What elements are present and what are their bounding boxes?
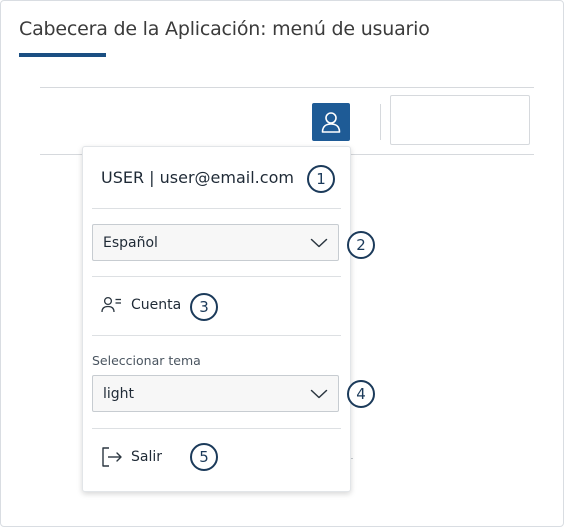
callout-badge-2: 2 [347, 231, 375, 259]
header-separator [380, 104, 381, 140]
user-icon [321, 112, 341, 133]
logout-label: Salir [131, 449, 163, 465]
theme-select-label: Seleccionar tema [92, 353, 201, 368]
menu-divider [92, 335, 341, 336]
account-menu-item[interactable]: Cuenta [101, 296, 181, 314]
user-dropdown-menu: USER | user@email.com Español Cuenta Sel… [82, 146, 351, 492]
header-empty-slot [390, 95, 530, 145]
chevron-down-icon [310, 389, 328, 398]
account-label: Cuenta [131, 297, 182, 313]
chevron-down-icon [310, 238, 328, 247]
theme-select-value: light [103, 385, 135, 402]
menu-divider [92, 208, 341, 209]
callout-badge-4: 4 [347, 380, 375, 408]
logout-icon [102, 447, 122, 467]
language-select[interactable]: Español [92, 224, 339, 261]
theme-select[interactable]: light [92, 375, 339, 412]
menu-divider [92, 276, 341, 277]
user-menu-button[interactable] [312, 103, 350, 141]
menu-divider [92, 428, 341, 429]
account-icon [101, 296, 121, 313]
header-top-line [40, 87, 534, 88]
page-title: Cabecera de la Aplicación: menú de usuar… [19, 18, 430, 40]
callout-badge-5: 5 [190, 443, 218, 471]
language-select-value: Español [103, 234, 158, 251]
user-identity: USER | user@email.com [101, 168, 294, 187]
callout-badge-1: 1 [307, 165, 335, 193]
title-underline [19, 53, 106, 57]
logout-menu-item[interactable]: Salir [101, 446, 162, 468]
callout-badge-3: 3 [190, 293, 218, 321]
